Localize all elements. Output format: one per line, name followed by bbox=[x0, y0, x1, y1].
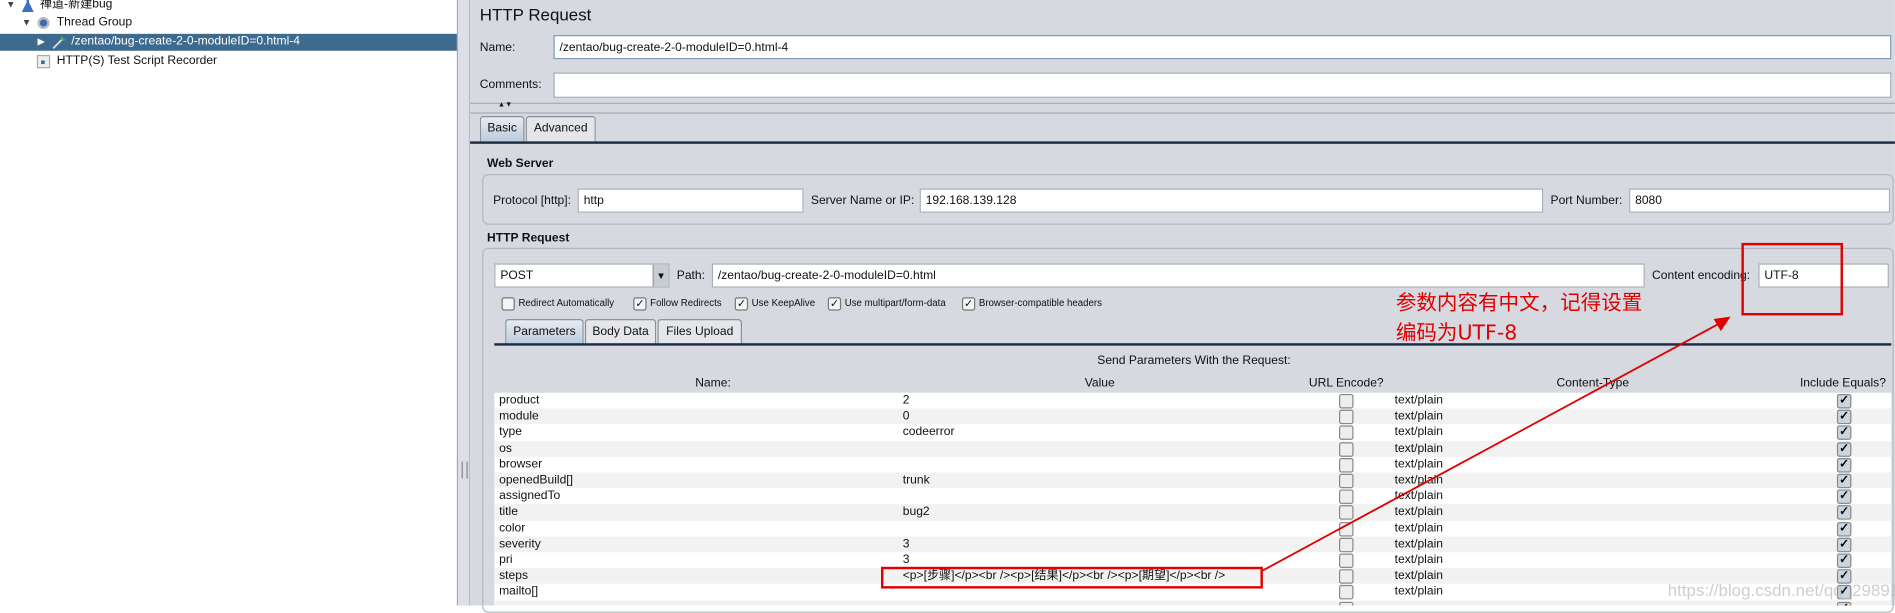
annotation-arrow bbox=[1262, 316, 1731, 572]
jmeter-window: ▼ 禅道-新建bug ▼ Thread Group ▶ /zentao/bug-… bbox=[0, 0, 1895, 613]
arrow-line bbox=[1262, 321, 1722, 572]
arrow-head-icon bbox=[1713, 316, 1731, 332]
watermark: https://blog.csdn.net/qq_29891879 bbox=[1667, 580, 1895, 600]
